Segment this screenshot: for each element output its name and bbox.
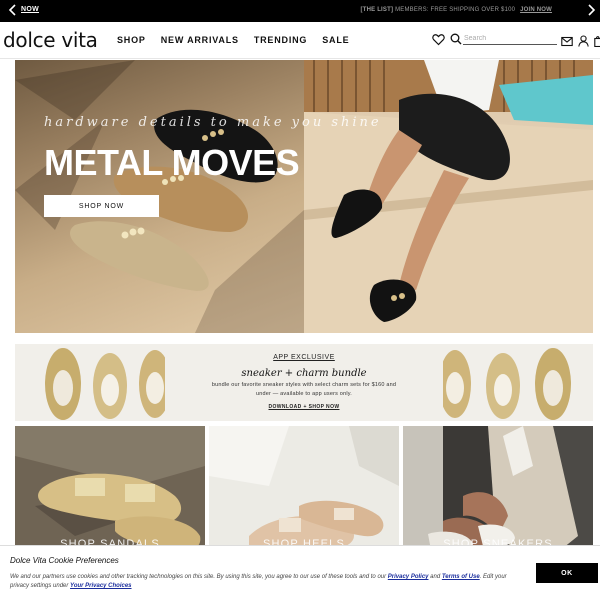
terms-of-use-link[interactable]: Terms of Use xyxy=(442,574,480,580)
chevron-right-icon[interactable] xyxy=(584,3,598,19)
hero-banner[interactable]: hardware details to make you shine METAL… xyxy=(15,60,593,333)
cookie-banner: Dolce Vita Cookie Preferences We and our… xyxy=(0,545,600,600)
shop-now-button[interactable]: SHOP NOW xyxy=(44,195,159,217)
brand-logo[interactable]: dolce vita xyxy=(3,28,98,52)
sneakers-image xyxy=(403,426,593,556)
announcement-now-link[interactable]: NOW xyxy=(21,6,39,13)
cookie-text: We and our partners use cookies and othe… xyxy=(10,573,520,591)
mail-icon[interactable] xyxy=(561,34,574,47)
nav-shop[interactable]: SHOP xyxy=(117,35,146,45)
sneakers-image-right xyxy=(439,344,593,421)
tile-shop-heels[interactable]: SHOP HEELS xyxy=(209,426,399,556)
download-shop-link[interactable]: DOWNLOAD + SHOP NOW xyxy=(185,404,423,410)
app-banner-title: sneaker + charm bundle xyxy=(241,368,367,379)
cookie-title: Dolce Vita Cookie Preferences xyxy=(10,556,119,565)
site-header: dolce vita SHOP NEW ARRIVALS TRENDING SA… xyxy=(0,22,600,59)
app-banner-description: bundle our favorite sneaker styles with … xyxy=(211,382,397,397)
app-exclusive-banner[interactable]: APP EXCLUSIVE sneaker + charm bundle bun… xyxy=(15,344,593,421)
announcement-promo: [THE LIST] MEMBERS: FREE SHIPPING OVER $… xyxy=(361,7,552,13)
sandals-image xyxy=(15,426,205,556)
main-nav: SHOP NEW ARRIVALS TRENDING SALE xyxy=(117,35,364,45)
nav-trending[interactable]: TRENDING xyxy=(254,35,307,45)
app-banner-content: APP EXCLUSIVE sneaker + charm bundle bun… xyxy=(185,344,423,421)
cookie-text-1: We and our partners use cookies and othe… xyxy=(10,574,387,580)
join-now-link[interactable]: JOIN NOW xyxy=(520,7,552,13)
privacy-choices-link[interactable]: Your Privacy Choices xyxy=(70,583,131,589)
hero-image-right xyxy=(304,60,593,333)
nav-sale[interactable]: SALE xyxy=(322,35,349,45)
privacy-policy-link[interactable]: Privacy Policy xyxy=(388,574,429,580)
tile-shop-sneakers[interactable]: SHOP SNEAKERS xyxy=(403,426,593,556)
page: NOW [THE LIST] MEMBERS: FREE SHIPPING OV… xyxy=(0,0,600,600)
promo-text: MEMBERS: FREE SHIPPING OVER $100 xyxy=(395,7,516,13)
search-input[interactable] xyxy=(463,32,557,45)
nav-new-arrivals[interactable]: NEW ARRIVALS xyxy=(161,35,239,45)
search-icon[interactable] xyxy=(450,32,462,50)
hero-title: METAL MOVES xyxy=(44,142,300,183)
announcement-bar: NOW [THE LIST] MEMBERS: FREE SHIPPING OV… xyxy=(0,0,600,22)
search-box xyxy=(450,32,558,46)
promo-lead: [THE LIST] xyxy=(360,7,394,13)
bag-icon[interactable] xyxy=(594,34,600,48)
cookie-text-2: and xyxy=(430,574,441,580)
cookie-ok-button[interactable]: OK xyxy=(536,563,598,583)
sneakers-image-left xyxy=(15,344,171,421)
heels-image xyxy=(209,426,399,556)
tile-shop-sandals[interactable]: SHOP SANDALS xyxy=(15,426,205,556)
hero-tagline: hardware details to make you shine xyxy=(44,115,382,130)
heart-icon[interactable] xyxy=(432,33,445,46)
user-icon[interactable] xyxy=(578,34,591,47)
app-exclusive-tag: APP EXCLUSIVE xyxy=(273,354,335,361)
chevron-left-icon[interactable] xyxy=(6,3,20,19)
